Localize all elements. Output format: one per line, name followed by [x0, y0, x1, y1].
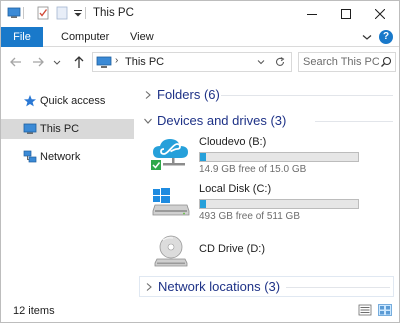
windows-disk-icon	[152, 188, 190, 216]
status-bar: 12 items	[1, 299, 399, 322]
explorer-window: This PC File Computer View ? › This PC S…	[0, 0, 400, 323]
maximize-button[interactable]	[329, 1, 363, 27]
content-pane: Folders (6) Devices and drives (3) Cloud…	[139, 77, 397, 299]
address-bar[interactable]: › This PC	[92, 52, 292, 72]
new-folder-icon[interactable]	[55, 6, 69, 20]
group-divider	[221, 95, 393, 96]
close-button[interactable]	[363, 1, 397, 27]
drive-usage-bar	[199, 152, 359, 162]
tab-file[interactable]: File	[1, 27, 43, 47]
drive-usage-fill	[200, 153, 207, 161]
ribbon-tabs: File Computer View ?	[1, 27, 399, 47]
group-header-network-locations[interactable]: Network locations (3)	[139, 276, 394, 297]
drive-free-space: 14.9 GB free of 15.0 GB	[199, 164, 307, 175]
computer-icon	[96, 56, 112, 68]
chevron-right-icon	[145, 91, 151, 99]
tab-computer[interactable]: Computer	[61, 27, 109, 47]
group-title: Devices and drives (3)	[157, 113, 287, 128]
group-header-devices[interactable]: Devices and drives (3)	[139, 111, 394, 131]
navigation-pane: Quick access This PC Network	[1, 77, 134, 299]
drive-cloudevo[interactable]: Cloudevo (B:) 14.9 GB free of 15.0 GB	[151, 134, 391, 178]
large-icons-view-icon[interactable]	[378, 304, 392, 316]
search-input[interactable]	[303, 55, 379, 69]
group-divider	[315, 121, 393, 122]
expand-ribbon-icon[interactable]	[361, 31, 373, 43]
tab-view[interactable]: View	[130, 27, 154, 47]
forward-arrow-icon[interactable]	[31, 55, 45, 69]
customize-qa-dropdown-icon[interactable]	[71, 6, 85, 20]
sidebar-item-label: Network	[40, 151, 81, 163]
sidebar-item-network[interactable]: Network	[1, 147, 134, 167]
sidebar-item-quick-access[interactable]: Quick access	[1, 91, 134, 111]
search-icon[interactable]	[380, 56, 392, 68]
refresh-icon[interactable]	[274, 56, 286, 68]
window-title: This PC	[93, 7, 134, 19]
group-title: Folders (6)	[157, 87, 220, 102]
group-title: Network locations (3)	[158, 279, 281, 294]
back-arrow-icon[interactable]	[9, 55, 23, 69]
computer-icon	[23, 123, 37, 134]
properties-icon[interactable]	[36, 6, 50, 20]
breadcrumb-separator-icon[interactable]: ›	[115, 55, 118, 66]
search-box[interactable]	[298, 52, 396, 72]
qa-separator	[23, 7, 24, 19]
drive-usage-bar	[199, 199, 359, 209]
recent-locations-icon[interactable]	[52, 55, 62, 69]
drive-name: CD Drive (D:)	[199, 243, 265, 255]
drive-name: Local Disk (C:)	[199, 183, 272, 195]
address-dropdown-icon[interactable]	[255, 56, 267, 68]
this-pc-app-icon[interactable]	[7, 6, 21, 20]
drive-usage-fill	[200, 200, 207, 208]
drive-cd[interactable]: CD Drive (D:)	[151, 231, 391, 275]
close-icon	[375, 9, 385, 19]
item-count: 12 items	[13, 305, 55, 317]
minimize-button[interactable]	[295, 1, 329, 27]
group-divider	[286, 287, 390, 288]
minimize-icon	[307, 14, 317, 15]
cd-drive-icon	[154, 235, 188, 267]
drive-free-space: 493 GB free of 511 GB	[199, 211, 300, 222]
navigation-bar: › This PC	[1, 47, 399, 77]
chevron-right-icon	[146, 283, 152, 291]
help-button[interactable]: ?	[379, 30, 393, 44]
cloud-drive-icon	[151, 139, 188, 170]
details-view-icon[interactable]	[358, 304, 372, 316]
sidebar-item-label: This PC	[40, 123, 80, 135]
drive-name: Cloudevo (B:)	[199, 136, 267, 148]
chevron-down-icon	[144, 118, 152, 124]
group-header-folders[interactable]: Folders (6)	[139, 85, 394, 105]
sidebar-item-this-pc[interactable]: This PC	[1, 119, 134, 139]
title-bar: This PC	[1, 1, 399, 27]
up-arrow-icon[interactable]	[72, 55, 86, 69]
title-separator	[85, 7, 86, 19]
sidebar-item-label: Quick access	[40, 95, 106, 107]
network-icon	[23, 150, 37, 163]
star-icon	[24, 95, 36, 107]
breadcrumb-this-pc[interactable]: This PC	[125, 56, 164, 68]
maximize-icon	[341, 9, 351, 19]
drive-local-disk[interactable]: Local Disk (C:) 493 GB free of 511 GB	[151, 181, 391, 225]
